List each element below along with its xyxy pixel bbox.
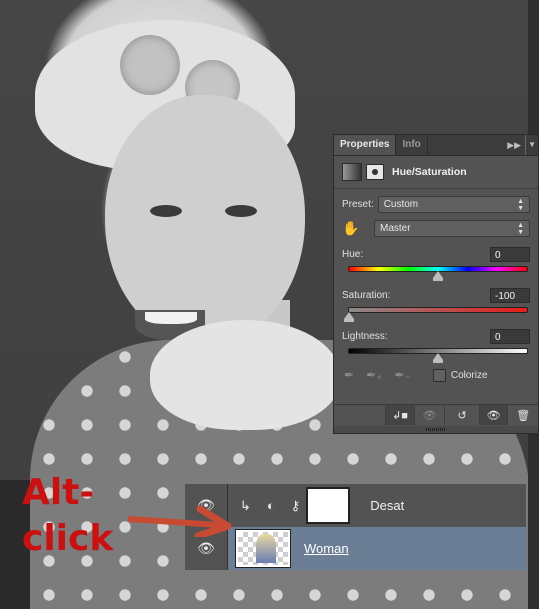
- saturation-label: Saturation:: [342, 290, 391, 301]
- tab-properties[interactable]: Properties: [334, 135, 397, 155]
- annotation-line2: click: [22, 518, 114, 559]
- toggle-visibility-icon[interactable]: 👁: [478, 405, 508, 425]
- lightness-input[interactable]: 0: [490, 329, 530, 344]
- clip-to-layer-icon[interactable]: ↲■: [385, 405, 414, 425]
- clipping-arrow-icon: ↳: [240, 497, 251, 513]
- hue-row: Hue: 0: [334, 247, 538, 262]
- hue-label: Hue:: [342, 249, 364, 260]
- annotation-text: Alt- click: [22, 470, 113, 562]
- lightness-slider[interactable]: [348, 348, 528, 363]
- lightness-label: Lightness:: [342, 331, 388, 342]
- double-chevron-right-icon[interactable]: ▶▶: [507, 135, 525, 155]
- layer-name[interactable]: Woman: [304, 541, 349, 556]
- eyedropper-plus-icon[interactable]: ✒₊: [366, 368, 382, 382]
- photo-teeth: [145, 312, 197, 324]
- properties-panel: Properties Info ▶▶ ▼ Hue/Saturation Pres…: [333, 134, 539, 434]
- adjustment-title: Hue/Saturation: [392, 166, 467, 178]
- preset-row: Preset: Custom ▲ ▼: [334, 196, 538, 213]
- colorize-label: Colorize: [450, 369, 488, 381]
- layer-thumbnail[interactable]: [235, 529, 291, 568]
- saturation-slider[interactable]: [344, 307, 528, 322]
- reset-icon[interactable]: ↺: [444, 405, 479, 425]
- eyedropper-row: ✒ ✒₊ ✒₋ Colorize: [334, 364, 538, 386]
- adjustment-circle-icon: ◐: [266, 498, 275, 513]
- photo-eye: [150, 205, 182, 217]
- updown-arrows-icon: ▲ ▼: [517, 197, 524, 212]
- annotation-line1: Alt-: [22, 472, 95, 513]
- adjustment-header: Hue/Saturation: [334, 156, 538, 189]
- hue-input[interactable]: 0: [490, 247, 530, 262]
- layer-name[interactable]: Desat: [370, 498, 404, 513]
- adjustment-layer-icon[interactable]: [342, 163, 362, 181]
- photo-face: [105, 95, 305, 345]
- targeted-adjustment-hand-icon[interactable]: ✋: [342, 220, 370, 237]
- preset-value: Custom: [383, 199, 419, 210]
- saturation-slider-thumb[interactable]: [344, 312, 354, 322]
- delete-icon[interactable]: 🗑: [507, 405, 538, 425]
- layer-mask-thumbnail[interactable]: [306, 487, 351, 524]
- updown-arrows-icon: ▲ ▼: [517, 221, 524, 236]
- preset-label: Preset:: [342, 199, 374, 210]
- hue-slider[interactable]: [348, 266, 528, 281]
- panel-tabs: Properties Info ▶▶ ▼: [334, 135, 538, 156]
- channel-row: ✋ Master ▲ ▼: [334, 220, 538, 237]
- colorize-checkbox[interactable]: [432, 368, 446, 382]
- panel-menu-icon[interactable]: ▼: [525, 135, 538, 155]
- tab-info[interactable]: Info: [396, 135, 428, 155]
- hue-slider-thumb[interactable]: [433, 271, 443, 281]
- photo-curl: [120, 35, 180, 95]
- channel-dropdown[interactable]: Master ▲ ▼: [374, 220, 530, 237]
- photo-collar: [150, 320, 340, 430]
- lightness-slider-thumb[interactable]: [433, 353, 443, 363]
- photo-eye: [225, 205, 257, 217]
- layer-mask-icon[interactable]: [366, 164, 384, 180]
- saturation-row: Saturation: -100: [334, 288, 538, 303]
- preset-dropdown[interactable]: Custom ▲ ▼: [377, 196, 530, 213]
- resize-grip[interactable]: [334, 426, 538, 433]
- lightness-row: Lightness: 0: [334, 329, 538, 344]
- panel-bottom-bar: ↲■ 👁 ↺ 👁 🗑: [334, 404, 538, 425]
- eyedropper-minus-icon[interactable]: ✒₋: [394, 368, 410, 382]
- saturation-input[interactable]: -100: [490, 288, 530, 303]
- view-previous-state-icon[interactable]: 👁: [413, 405, 445, 425]
- eyedropper-icon[interactable]: ✒: [344, 368, 354, 382]
- channel-value: Master: [380, 223, 411, 234]
- annotation-arrow-icon: [128, 505, 232, 537]
- link-chain-icon[interactable]: ⚷: [291, 498, 301, 514]
